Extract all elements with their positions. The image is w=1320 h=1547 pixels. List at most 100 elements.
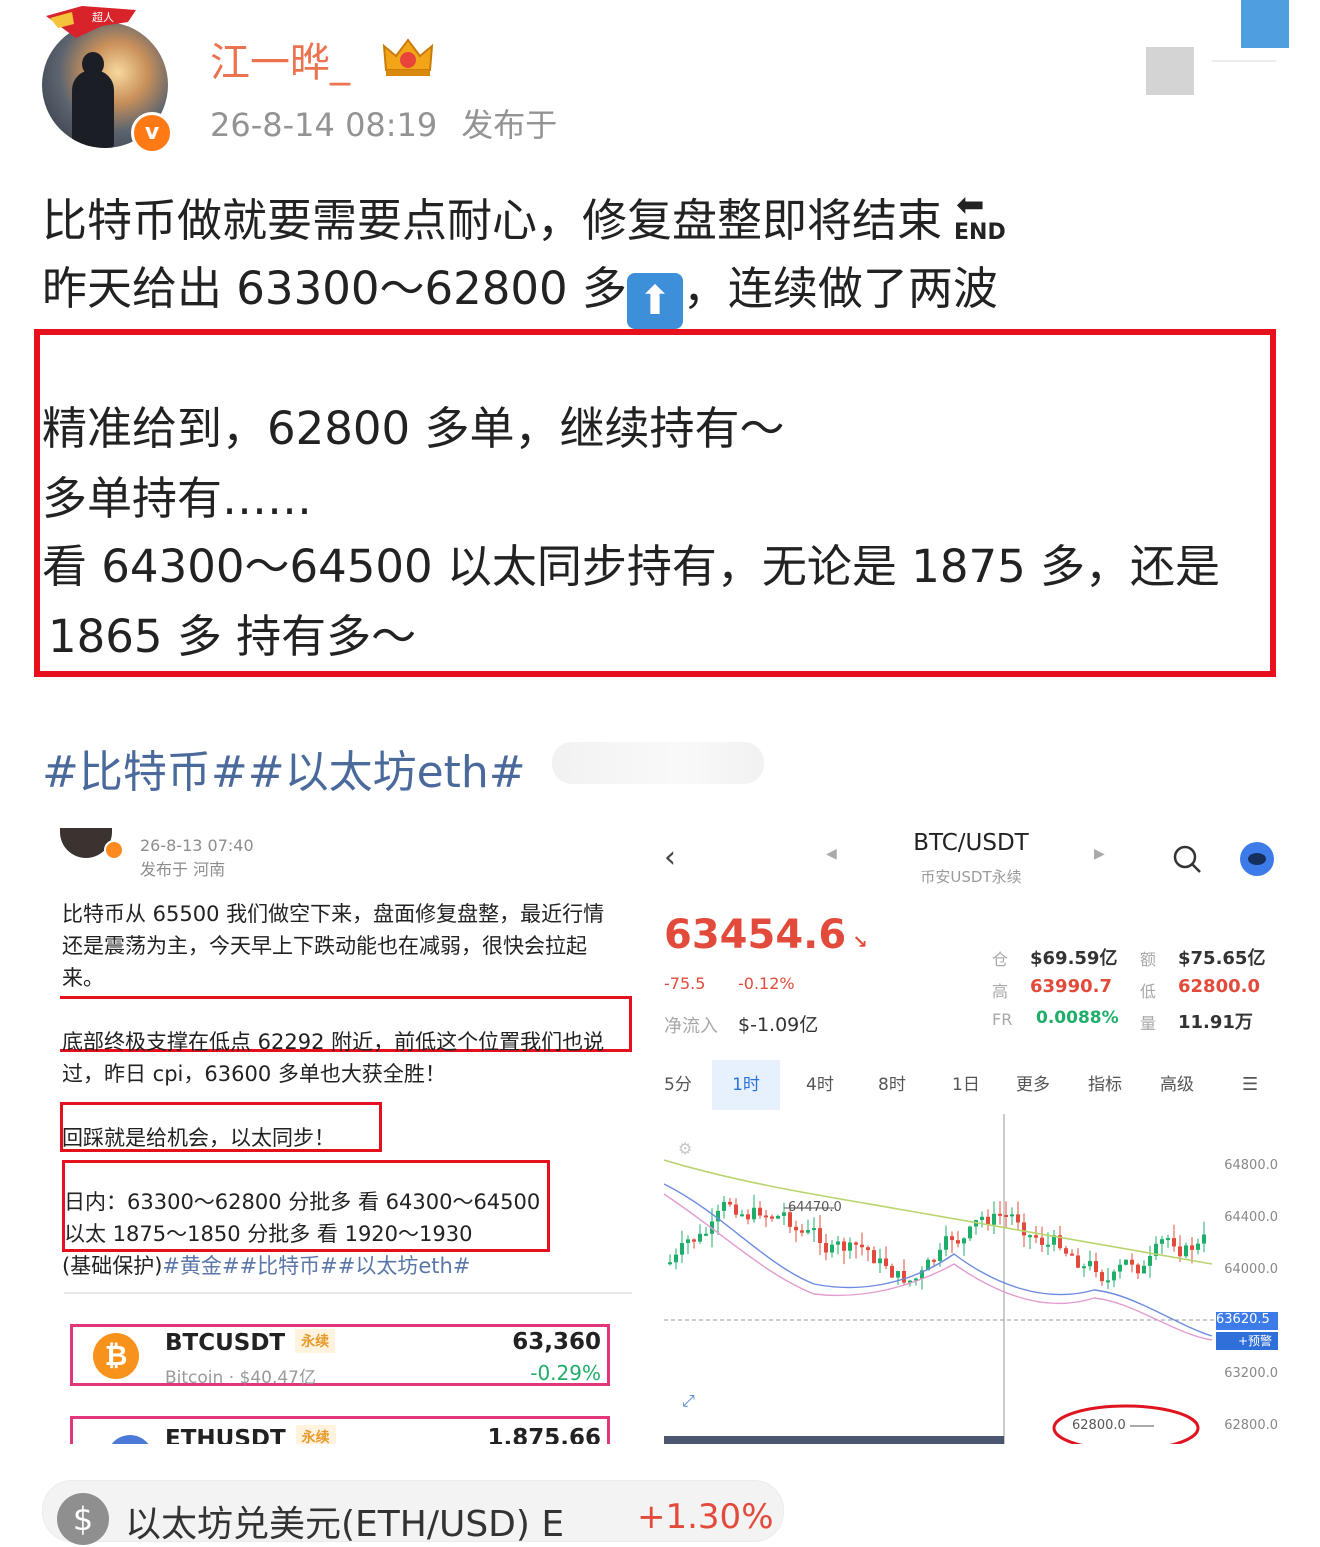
candle-body (824, 1242, 828, 1253)
candle-body (860, 1244, 864, 1248)
eth-card[interactable]: ETHUSDT 永续 1,875.66 (70, 1416, 610, 1444)
tab-1d[interactable]: 1日 (952, 1060, 980, 1110)
candle-body (776, 1215, 780, 1219)
eye-toggle-icon[interactable] (1240, 842, 1274, 876)
candle-body (830, 1244, 834, 1253)
embedded-para3: 回踩就是给机会，以太同步！ (62, 1126, 335, 1150)
tab-advanced[interactable]: 高级 (1160, 1060, 1194, 1110)
btc-symbol: BTCUSDT (165, 1330, 286, 1356)
candle-body (980, 1216, 984, 1221)
embedded-para1-line3: 来。 (62, 966, 104, 990)
stat-volume-amount-value: $75.65亿 (1178, 948, 1266, 969)
candle-body (740, 1214, 744, 1217)
boxed-line-3: 看 64300～64500 以太同步持有，无论是 1875 多，还是 (42, 540, 1221, 593)
change-pct: -0.12% (738, 974, 795, 993)
embedded-screenshot-post[interactable]: 26-8-13 07:40 发布于 河南 比特币从 65500 我们做空下来，盘… (60, 828, 638, 1444)
candle-body (746, 1214, 750, 1220)
embedded-para5-tags: #黄金##比特币##以太坊eth# (162, 1254, 471, 1278)
badge-label: 超人 (92, 10, 114, 24)
candle-body (1130, 1259, 1134, 1265)
stat-high-value: 63990.7 (1030, 976, 1112, 997)
candle-body (878, 1258, 882, 1264)
top-right-blue-tab (1241, 0, 1289, 48)
tab-8h[interactable]: 8时 (878, 1060, 906, 1110)
net-inflow-value: $-1.09亿 (738, 1014, 819, 1036)
stat-low-value: 62800.0 (1178, 976, 1260, 997)
end-arrow-icon: ⬅ END (954, 185, 1006, 245)
embedded-divider (64, 1292, 632, 1294)
candle-body (968, 1226, 972, 1239)
crown-level-icon[interactable] (380, 36, 436, 80)
candle-body (1022, 1222, 1026, 1236)
avatar-figure-shape (72, 70, 114, 148)
candle-body (866, 1247, 870, 1251)
post-line-2-tail: ，连续做了两波 (682, 262, 998, 315)
eth-price: 1,875.66 (487, 1425, 602, 1444)
stat-vol-value: 11.91万 (1178, 1012, 1253, 1033)
tab-indicators[interactable]: 指标 (1088, 1060, 1122, 1110)
candle-body (1136, 1264, 1140, 1274)
candle-body (902, 1271, 906, 1283)
candle-body (812, 1228, 816, 1231)
candle-body (1094, 1261, 1098, 1273)
candle-body (1184, 1245, 1188, 1257)
candle-body (1160, 1239, 1164, 1244)
btc-card[interactable]: ₿ BTCUSDT 永续 Bitcoin · $40.47亿 63,360 -0.… (70, 1324, 610, 1388)
eth-symbol: ETHUSDT (165, 1426, 286, 1444)
candle-body (1070, 1253, 1074, 1256)
candle-body (1166, 1238, 1170, 1241)
superman-badge-icon: 超人 (46, 6, 136, 38)
ma-line-long (664, 1159, 1213, 1265)
candle-body (806, 1230, 810, 1233)
candle-body (1010, 1214, 1014, 1217)
username[interactable]: 江一晔_ (210, 30, 350, 88)
post-line-2-text: 昨天给出 63300～62800 多 (42, 262, 627, 315)
candle-body (1118, 1264, 1122, 1272)
candle-body (704, 1233, 708, 1236)
candle-body (1142, 1265, 1146, 1274)
candle-body (1028, 1235, 1032, 1238)
candle-body (1190, 1245, 1194, 1250)
candle-body (674, 1254, 678, 1263)
up-arrow-icon: ⬆ (626, 273, 683, 329)
more-menu-icon[interactable] (1146, 47, 1194, 95)
tab-5m[interactable]: 5分 (664, 1060, 692, 1110)
candle-body (764, 1215, 768, 1218)
candle-body (854, 1242, 858, 1245)
embedded-para5-prefix: (基础保护) (62, 1254, 163, 1278)
chart-settings-icon[interactable]: ☰ (1242, 1060, 1258, 1110)
tab-4h[interactable]: 4时 (806, 1060, 834, 1110)
candle-body (1196, 1243, 1200, 1250)
candle-body (1178, 1246, 1182, 1257)
boxed-line-1: 精准给到，62800 多单，继续持有～ (42, 402, 785, 455)
quote-card[interactable]: $ 以太坊兑美元(ETH/USD) E +1.30% (42, 1480, 784, 1545)
candlestick-chart[interactable]: ⚙ ⤢ (664, 1114, 1278, 1444)
axis-label-5: 63200.0 (1224, 1366, 1278, 1381)
candle-body (1124, 1259, 1128, 1265)
search-icon[interactable] (1170, 842, 1204, 876)
candle-body (722, 1201, 726, 1211)
tab-1h[interactable]: 1时 (712, 1060, 780, 1110)
eth-perp-tag: 永续 (295, 1425, 336, 1444)
embedded-location: 发布于 河南 (140, 860, 226, 879)
alert-button[interactable]: +预警 (1238, 1332, 1272, 1349)
expand-icon: ⤢ (682, 1391, 695, 1410)
embedded-verified-icon (104, 840, 124, 860)
axis-label-2: 64400.0 (1224, 1210, 1278, 1225)
candle-body (770, 1216, 774, 1219)
candle-body (944, 1236, 948, 1250)
embedded-para4-line1: 日内：63300～62800 分批多 看 64300～64500 (64, 1190, 541, 1214)
stat-vol-label: 量 (1140, 1014, 1157, 1033)
candle-body (1112, 1271, 1116, 1281)
btc-symbol-row: BTCUSDT 永续 (165, 1329, 336, 1356)
hashtag-links[interactable]: #比特币##以太坊eth# (42, 736, 526, 800)
embedded-trading-screenshot[interactable]: ‹ ◀ ▶ BTC/USDT 币安USDT永续 63454.6 ↘ -75.5 … (664, 828, 1278, 1444)
btc-perp-tag: 永续 (295, 1329, 336, 1353)
candle-body (818, 1228, 822, 1243)
btc-name: Bitcoin · $40.47亿 (165, 1368, 316, 1388)
candle-body (962, 1238, 966, 1244)
quote-label: 以太坊兑美元(ETH/USD) E (125, 1504, 565, 1545)
tab-more[interactable]: 更多 (1016, 1060, 1050, 1110)
embedded-timestamp: 26-8-13 07:40 (140, 836, 254, 855)
post-line-1-text: 比特币做就要需要点耐心，修复盘整即将结束 (42, 194, 943, 247)
